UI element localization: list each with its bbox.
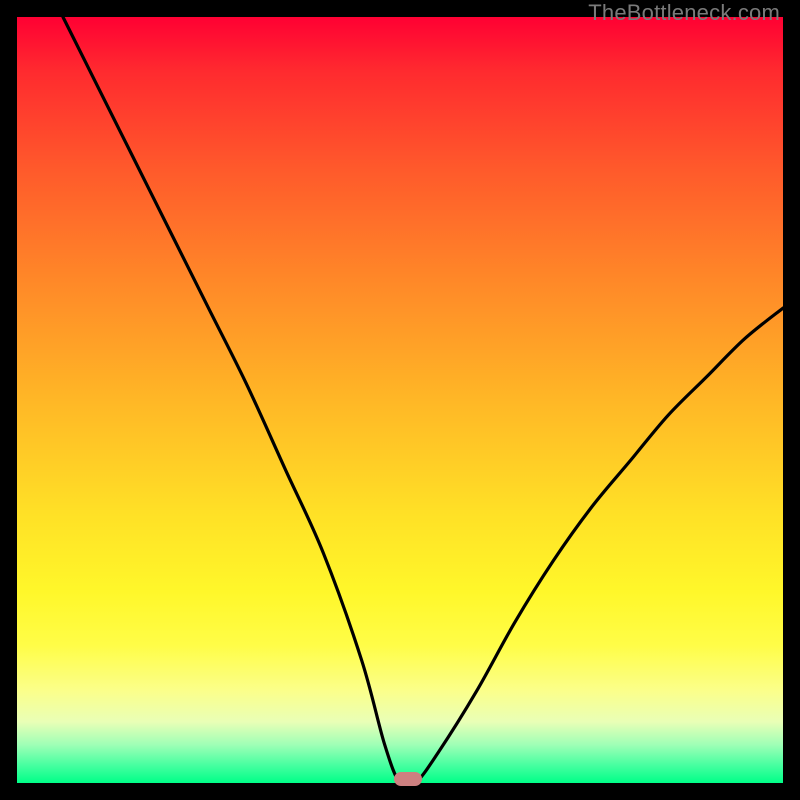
chart-frame: TheBottleneck.com [0, 0, 800, 800]
bottleneck-curve [17, 17, 783, 783]
minimum-marker [394, 772, 422, 786]
watermark-text: TheBottleneck.com [588, 0, 780, 26]
